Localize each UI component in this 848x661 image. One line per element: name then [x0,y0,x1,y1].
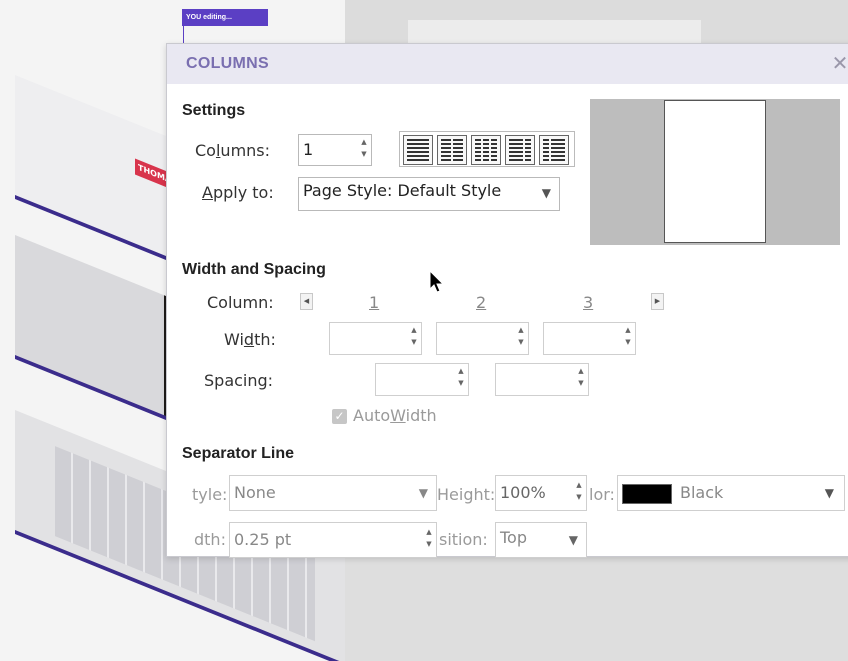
chevron-down-icon: ▼ [541,186,551,200]
spacing-1-input[interactable]: ▲ ▼ [375,363,469,396]
column-prev-icon[interactable]: ◀ [300,293,313,310]
column-number-1: 1 [369,293,380,312]
style-label: tyle: [192,485,228,504]
width-spacing-heading: Width and Spacing [182,261,326,278]
height-input[interactable]: 100% ▲ ▼ [495,475,587,511]
stepper-arrows[interactable]: ▲ ▼ [516,326,526,350]
stepper-arrows[interactable]: ▲ ▼ [359,138,369,162]
editing-badge: YOU editing... [182,9,268,26]
mouse-pointer-icon [429,270,445,293]
stepper-arrows[interactable]: ▲ ▼ [623,326,633,350]
separator-heading: Separator Line [182,445,295,462]
column-1-width-input[interactable]: ▲ ▼ [329,322,422,355]
chevron-down-icon: ▼ [824,486,834,500]
position-label: sition: [439,530,488,549]
style-select[interactable]: None ▼ [229,475,437,511]
layout-one-column-button[interactable] [403,135,433,165]
column-3-width-input[interactable]: ▲ ▼ [543,322,636,355]
layout-right-big-button[interactable] [539,135,569,165]
autowidth-checkbox[interactable]: ✓ [332,409,347,424]
layout-left-big-button[interactable] [505,135,535,165]
height-value: 100% [500,483,546,502]
spacing-2-input[interactable]: ▲ ▼ [495,363,589,396]
column-label: Column: [207,293,274,312]
page-preview [590,99,840,245]
autowidth-label: AutoWidth [353,406,437,425]
width-line-label: dth: [194,530,226,549]
style-value: None [234,483,276,502]
line-width-value: 0.25 pt [234,530,292,549]
column-2-width-input[interactable]: ▲ ▼ [436,322,529,355]
close-icon[interactable]: ✕ [830,53,848,73]
spacing-label: Spacing: [204,371,274,390]
width-label: Width: [224,330,276,349]
color-label: lor: [589,485,615,504]
column-number-3: 3 [583,293,594,312]
column-number-2: 2 [476,293,487,312]
preview-page [664,100,766,243]
layout-two-columns-button[interactable] [437,135,467,165]
column-next-icon[interactable]: ▶ [651,293,664,310]
apply-to-select[interactable]: Page Style: Default Style ▼ [298,177,560,211]
column-layout-buttons [399,131,575,167]
columns-label: Columns: [195,141,271,160]
stepper-arrows[interactable]: ▲ ▼ [574,481,584,505]
stepper-arrows[interactable]: ▲ ▼ [424,528,434,552]
stepper-arrows[interactable]: ▲ ▼ [409,326,419,350]
columns-dialog: COLUMNS ✕ Settings Columns: 1 ▲ ▼ Apply t… [166,43,848,558]
color-select[interactable]: Black ▼ [617,475,845,511]
position-select[interactable]: Top ▼ [495,522,587,558]
chevron-down-icon: ▼ [418,486,428,500]
apply-to-value: Page Style: Default Style [303,181,502,200]
position-value: Top [500,528,527,547]
background-area [345,556,848,661]
stepper-arrows[interactable]: ▲ ▼ [576,367,586,391]
chevron-down-icon: ▼ [568,533,578,547]
color-swatch [622,484,672,504]
line-width-input[interactable]: 0.25 pt ▲ ▼ [229,522,437,558]
layout-three-columns-button[interactable] [471,135,501,165]
dialog-titlebar[interactable]: COLUMNS ✕ [167,44,848,84]
color-value: Black [680,483,724,502]
dialog-title: COLUMNS [186,55,269,72]
apply-to-label: Apply to: [202,183,274,202]
stepper-arrows[interactable]: ▲ ▼ [456,367,466,391]
settings-heading: Settings [182,102,246,119]
columns-stepper[interactable]: 1 ▲ ▼ [298,134,372,166]
height-label: Height: [437,485,496,504]
columns-value: 1 [303,140,314,159]
